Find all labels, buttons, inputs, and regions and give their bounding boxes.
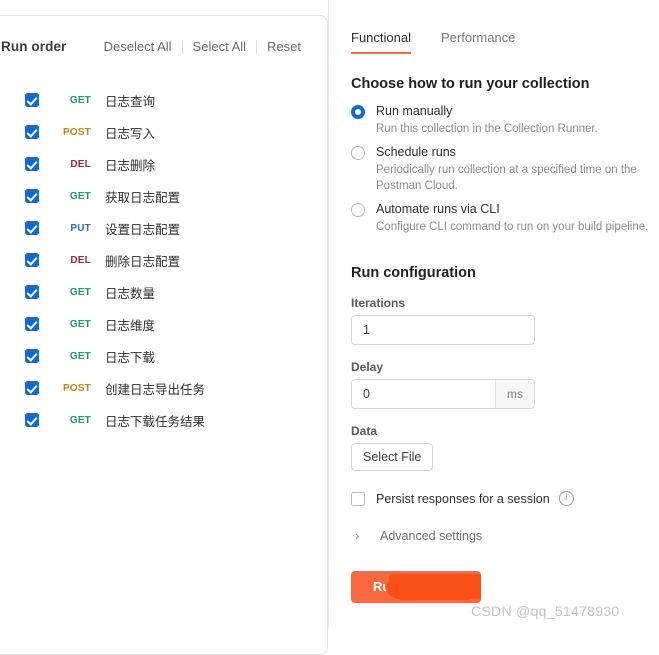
choose-run-mode-title: Choose how to run your collection <box>351 76 590 92</box>
run-mode-text: Run manually Run this collection in the … <box>376 103 598 137</box>
iterations-label: Iterations <box>351 296 406 310</box>
delay-value: 0 <box>363 387 370 401</box>
run-mode-text: Automate runs via CLI Configure CLI comm… <box>376 201 648 235</box>
request-checkbox[interactable] <box>25 381 39 395</box>
info-icon[interactable]: i <box>558 491 574 506</box>
run-mode-option-schedule-runs[interactable]: Schedule runs Periodically run collectio… <box>351 144 651 194</box>
tab-performance[interactable]: Performance <box>441 30 515 54</box>
run-order-panel: Run order Deselect All Select All Reset … <box>0 15 328 655</box>
run-order-header: Run order Deselect All Select All Reset <box>1 39 319 54</box>
radio-icon[interactable] <box>351 146 365 160</box>
list-item[interactable]: GET 日志下载 <box>1 340 319 372</box>
run-order-title: Run order <box>1 39 67 54</box>
chevron-right-icon: › <box>355 528 360 543</box>
request-checkbox[interactable] <box>25 189 39 203</box>
list-item[interactable]: GET 日志维度 <box>1 308 319 340</box>
request-checkbox[interactable] <box>25 157 39 171</box>
select-all-button[interactable]: Select All <box>183 39 256 54</box>
request-method: POST <box>62 126 91 138</box>
iterations-input[interactable]: 1 <box>351 315 535 345</box>
list-item[interactable]: POST 日志写入 <box>1 116 319 148</box>
request-checkbox[interactable] <box>25 413 39 427</box>
advanced-settings-label: Advanced settings <box>380 528 483 543</box>
iterations-value: 1 <box>363 323 370 337</box>
run-mode-label: Schedule runs <box>376 145 456 159</box>
request-checkbox[interactable] <box>25 125 39 139</box>
request-checkbox[interactable] <box>25 317 39 331</box>
request-name: 日志删除 <box>105 158 156 173</box>
list-item[interactable]: PUT 设置日志配置 <box>1 212 319 244</box>
request-checkbox[interactable] <box>25 253 39 267</box>
run-configuration-title: Run configuration <box>351 265 476 281</box>
run-order-actions: Deselect All Select All Reset <box>94 39 319 54</box>
run-settings-panel: Functional Performance Choose how to run… <box>329 0 659 628</box>
request-name: 日志数量 <box>105 286 156 301</box>
run-mode-radio-group: Run manually Run this collection in the … <box>351 103 651 242</box>
reset-button[interactable]: Reset <box>257 39 311 54</box>
list-item[interactable]: GET 获取日志配置 <box>1 180 319 212</box>
request-name: 创建日志导出任务 <box>105 382 206 397</box>
request-method: PUT <box>70 222 91 234</box>
request-name: 日志下载 <box>105 350 156 365</box>
list-item[interactable]: GET 日志数量 <box>1 276 319 308</box>
request-method: GET <box>69 414 91 426</box>
radio-icon[interactable] <box>351 203 365 217</box>
persist-responses-label: Persist responses for a session <box>376 491 550 506</box>
select-file-button[interactable]: Select File <box>351 443 434 471</box>
request-method: DEL <box>70 158 91 170</box>
run-mode-description: Configure CLI command to run on your bui… <box>376 221 649 233</box>
tab-functional[interactable]: Functional <box>351 30 411 54</box>
run-mode-option-run-manually[interactable]: Run manually Run this collection in the … <box>351 103 651 137</box>
radio-icon[interactable] <box>351 105 365 119</box>
request-checkbox[interactable] <box>25 285 39 299</box>
request-method: GET <box>69 94 91 106</box>
deselect-all-button[interactable]: Deselect All <box>94 39 182 54</box>
request-checkbox[interactable] <box>25 221 39 235</box>
run-mode-description: Periodically run collection at a specifi… <box>376 164 637 192</box>
request-method: POST <box>62 382 91 394</box>
list-item[interactable]: GET 日志查询 <box>1 84 319 116</box>
list-item[interactable]: POST 创建日志导出任务 <box>1 372 319 404</box>
persist-responses-row[interactable]: Persist responses for a session i <box>351 491 574 506</box>
run-mode-label: Run manually <box>376 104 453 118</box>
request-checkbox[interactable] <box>25 93 39 107</box>
delay-label: Delay <box>351 360 384 374</box>
run-mode-description: Run this collection in the Collection Ru… <box>376 123 598 135</box>
request-checkbox[interactable] <box>25 349 39 363</box>
delay-input[interactable]: 0 ms <box>351 379 535 409</box>
run-mode-label: Automate runs via CLI <box>376 202 500 216</box>
delay-unit: ms <box>495 380 534 408</box>
data-label: Data <box>351 424 378 438</box>
run-mode-option-automate-runs-via-cli[interactable]: Automate runs via CLI Configure CLI comm… <box>351 201 651 235</box>
list-item[interactable]: GET 日志下载任务结果 <box>1 404 319 436</box>
advanced-settings-toggle[interactable]: › Advanced settings <box>355 528 482 543</box>
request-method: GET <box>69 318 91 330</box>
watermark: CSDN @qq_51478930 <box>471 603 620 619</box>
request-name: 设置日志配置 <box>105 222 181 237</box>
request-name: 日志写入 <box>105 126 156 141</box>
run-mode-text: Schedule runs Periodically run collectio… <box>376 144 651 194</box>
request-name: 获取日志配置 <box>105 190 181 205</box>
request-name: 日志维度 <box>105 318 156 333</box>
request-name: 日志下载任务结果 <box>105 414 206 429</box>
redaction-scribble <box>386 574 481 600</box>
request-name: 删除日志配置 <box>105 254 181 269</box>
request-method: DEL <box>70 254 91 266</box>
request-list: GET 日志查询 POST 日志写入 DEL 日志删除 GET 获取日志配置 P… <box>1 84 319 436</box>
list-item[interactable]: DEL 日志删除 <box>1 148 319 180</box>
request-method: GET <box>69 190 91 202</box>
persist-responses-checkbox[interactable] <box>351 491 365 506</box>
request-method: GET <box>69 350 91 362</box>
run-button[interactable]: Run <box>351 571 481 603</box>
tab-bar: Functional Performance <box>351 30 515 54</box>
list-item[interactable]: DEL 删除日志配置 <box>1 244 319 276</box>
request-name: 日志查询 <box>105 94 156 109</box>
request-method: GET <box>69 286 91 298</box>
